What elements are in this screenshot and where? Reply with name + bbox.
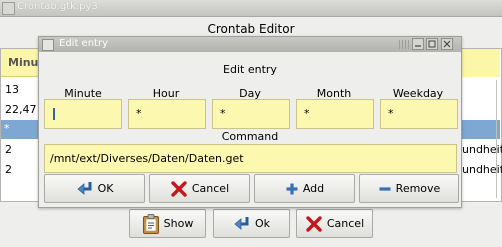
day-input-value: * xyxy=(220,107,226,120)
command-input-value: /mnt/ext/Diverses/Daten/Daten.get xyxy=(50,152,244,165)
dialog-titlebar-text: Edit entry xyxy=(59,38,108,49)
plus-icon xyxy=(286,183,298,194)
column-divider xyxy=(496,80,497,198)
enter-arrow-icon xyxy=(76,181,92,195)
table-row-cell-selected[interactable]: * xyxy=(4,122,10,135)
main-window-heading: Crontab Editor xyxy=(207,22,295,36)
month-input-value: * xyxy=(304,107,310,120)
weekday-input[interactable]: * xyxy=(380,99,458,129)
main-titlebar[interactable]: Crontab.gtk.py3 xyxy=(0,0,502,17)
dialog-app-icon xyxy=(42,39,54,51)
clipboard-icon xyxy=(142,213,159,234)
show-button-label: Show xyxy=(163,217,194,230)
edit-entry-dialog: Edit entry Edit entry Minute Hour Day Mo… xyxy=(38,36,462,208)
enter-arrow-icon xyxy=(234,216,249,230)
minus-icon xyxy=(379,186,391,191)
selected-row-highlight-right xyxy=(462,120,500,139)
maximize-icon[interactable] xyxy=(426,38,438,50)
minimize-icon[interactable] xyxy=(412,38,424,50)
dialog-titlebar[interactable]: Edit entry xyxy=(39,37,461,52)
weekday-input-value: * xyxy=(388,107,394,120)
table-row-cell[interactable]: 2 xyxy=(5,163,12,176)
text-cursor xyxy=(53,108,55,120)
table-row-cell[interactable]: 22,47 xyxy=(5,103,37,116)
hour-input-value: * xyxy=(136,107,142,120)
table-row-cell-right[interactable]: undheit/ xyxy=(462,163,502,176)
dialog-remove-button-label: Remove xyxy=(395,182,441,195)
cancel-button[interactable]: Cancel xyxy=(296,209,373,238)
dialog-add-button-label: Add xyxy=(302,182,325,195)
dialog-cancel-button[interactable]: Cancel xyxy=(149,174,250,203)
titlebar-grip xyxy=(399,40,409,49)
table-row-cell[interactable]: 2 xyxy=(5,143,12,156)
cancel-x-icon xyxy=(171,180,187,197)
command-label: Command xyxy=(221,130,279,143)
dialog-ok-button[interactable]: OK xyxy=(44,174,145,203)
ok-button[interactable]: Ok xyxy=(213,209,290,238)
day-input[interactable]: * xyxy=(212,99,290,129)
main-window-titlebar-text: Crontab.gtk.py3 xyxy=(17,1,98,12)
table-row-cell-right[interactable]: undheit/ xyxy=(462,143,502,156)
column-header-right[interactable] xyxy=(462,49,500,77)
show-button[interactable]: Show xyxy=(129,209,206,238)
close-icon[interactable] xyxy=(441,38,453,50)
cancel-button-label: Cancel xyxy=(326,217,365,230)
table-row-cell[interactable]: 13 xyxy=(5,83,19,96)
column-header-minute[interactable]: Minute xyxy=(1,49,51,77)
minute-input[interactable] xyxy=(44,99,122,129)
ok-button-label: Ok xyxy=(254,217,271,230)
hour-input[interactable]: * xyxy=(128,99,206,129)
month-input[interactable]: * xyxy=(296,99,374,129)
app-icon xyxy=(2,2,15,15)
dialog-cancel-button-label: Cancel xyxy=(191,182,230,195)
dialog-ok-button-label: OK xyxy=(97,182,114,195)
dialog-remove-button[interactable]: Remove xyxy=(359,174,459,203)
dialog-heading: Edit entry xyxy=(223,63,277,76)
command-input[interactable]: /mnt/ext/Diverses/Daten/Daten.get xyxy=(44,144,457,173)
cancel-x-icon xyxy=(306,215,322,232)
dialog-add-button[interactable]: Add xyxy=(254,174,355,203)
